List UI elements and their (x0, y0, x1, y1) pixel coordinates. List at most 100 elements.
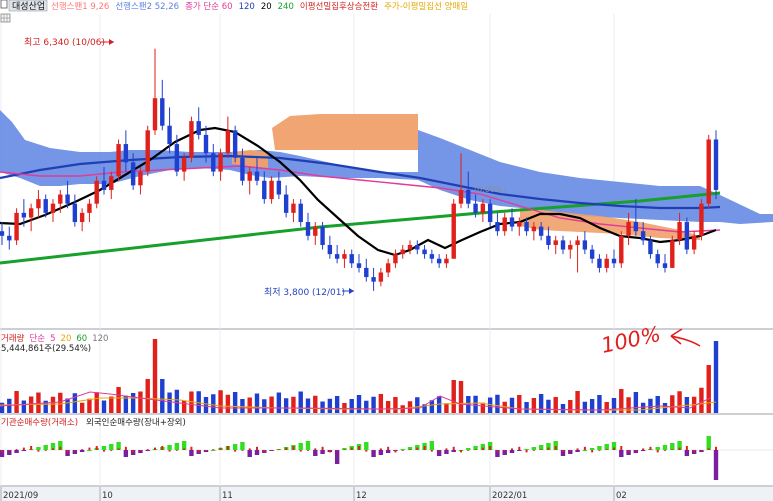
candle-body (298, 203, 303, 223)
candle-body (400, 249, 405, 255)
volume-bar (458, 381, 464, 413)
institution-flow-bar (52, 448, 54, 450)
institution-flow-bar (583, 446, 586, 450)
institution-flow-bar (620, 446, 623, 450)
volume-bar (524, 402, 529, 413)
foreign-flow-bar (713, 450, 719, 480)
legend-item-1[interactable]: 선행스팬2 52,26 (115, 1, 179, 12)
candle-body (283, 194, 289, 213)
candle-body (502, 217, 507, 232)
institution-flow-bar (1, 450, 3, 453)
candle-body (349, 254, 354, 264)
institution-flow-bar (656, 450, 659, 453)
institution-flow-bar (285, 447, 288, 450)
institution-flow-bar (270, 450, 273, 451)
legend-item-0[interactable]: 선행스팬1 9,26 (51, 1, 109, 12)
volume-bar (582, 401, 588, 413)
foreign-flow-bar (101, 446, 107, 450)
candle-body (597, 258, 602, 268)
volume-bar (21, 400, 27, 413)
x-tick-label: 12 (356, 491, 367, 501)
institution-flow-bar (234, 450, 237, 452)
time-axis-bar (0, 487, 773, 501)
institution-flow-bar (59, 446, 62, 450)
volume-legend-item-2[interactable]: 5 (50, 334, 55, 344)
foreign-flow-bar (145, 450, 150, 451)
flow-legend-item-1[interactable]: 외국인순매수량(장내+장외) (86, 417, 186, 428)
candle-body (509, 217, 515, 227)
candle-body (305, 222, 311, 236)
candle-body (43, 199, 48, 213)
legend-item-3[interactable]: 120 (239, 2, 255, 12)
institution-flow-bar (489, 446, 492, 450)
institution-flow-bar (8, 450, 11, 451)
institution-flow-bar (277, 449, 280, 450)
institution-flow-bar (387, 446, 390, 450)
foreign-flow-bar (320, 450, 325, 454)
volume-legend-item-1[interactable]: 단순 (29, 333, 45, 344)
candle-body (327, 244, 333, 255)
foreign-flow-bar (400, 449, 405, 450)
volume-bar (670, 395, 675, 413)
candle-body (109, 176, 114, 190)
candle-body (247, 171, 252, 181)
candle-body (21, 212, 27, 218)
candle-body (670, 240, 675, 268)
volume-bar (393, 397, 398, 413)
candle-body (123, 144, 129, 163)
volume-bar (138, 391, 143, 413)
institution-flow-bar (627, 450, 630, 452)
volume-bar (531, 398, 537, 413)
high-label: 최고 6,340 (10/06) (24, 37, 105, 48)
volume-bar (706, 365, 711, 413)
candle-body (240, 157, 245, 181)
institution-flow-bar (292, 446, 295, 450)
legend-item-4[interactable]: 20 (261, 2, 272, 12)
low-label: 최저 3,800 (12/01) (264, 287, 345, 298)
foreign-flow-bar (436, 450, 442, 456)
volume-legend-item-4[interactable]: 60 (76, 334, 87, 344)
volume-legend-item-0[interactable]: 거래량 (1, 333, 25, 344)
volume-bar (415, 397, 420, 413)
x-tick-label: 11 (222, 491, 233, 501)
institution-flow-bar (401, 450, 404, 451)
institution-flow-bar (73, 450, 76, 451)
legend-item-5[interactable]: 240 (278, 2, 294, 12)
institution-flow-bar (175, 450, 178, 451)
candle-body (181, 157, 187, 172)
volume-legend: 거래량 단순 5 20 60 120 (1, 333, 108, 344)
institution-flow-bar (321, 446, 324, 450)
foreign-flow-bar (254, 450, 260, 455)
institution-flow-bar (88, 447, 91, 450)
candle-body (320, 226, 325, 245)
volume-bar (14, 391, 19, 413)
candle-body (79, 212, 85, 223)
institution-flow-bar (117, 448, 120, 450)
candle-body (706, 139, 711, 204)
candle-body (699, 203, 704, 236)
candle-body (196, 121, 201, 135)
volume-bar (356, 395, 362, 413)
cloud-bullish-fill (272, 114, 418, 150)
volume-legend-item-5[interactable]: 120 (92, 334, 108, 344)
institution-flow-bar (554, 446, 557, 450)
legend-item-6[interactable]: 이평선밀집후상승전환 (300, 1, 378, 12)
volume-legend-item-3[interactable]: 20 (61, 334, 72, 344)
flow-legend-item-0[interactable]: 기관순매수량(거래소) (1, 417, 78, 428)
candle-body (14, 212, 19, 241)
candle-body (444, 258, 449, 264)
legend-item-2[interactable]: 종가 단순 60 (185, 1, 233, 12)
institution-flow-bar (81, 449, 84, 450)
stock-chart: 최고 6,340 (10/06) 최저 3,800 (12/01) (0.00%… (0, 0, 773, 501)
legend-item-7[interactable]: 주가-이평밀집선 양매일 (384, 1, 468, 12)
candle-body (524, 222, 529, 232)
institution-flow-bar (365, 450, 368, 452)
candle-body (130, 162, 136, 186)
institution-flow-bar (511, 448, 513, 450)
x-tick-label: 2022/01 (492, 491, 527, 501)
institution-flow-bar (685, 446, 688, 450)
volume-bar (298, 391, 303, 413)
foreign-flow-bar (385, 450, 391, 453)
institution-flow-bar (226, 446, 229, 450)
low-annotation: 최저 3,800 (12/01) (264, 287, 354, 298)
